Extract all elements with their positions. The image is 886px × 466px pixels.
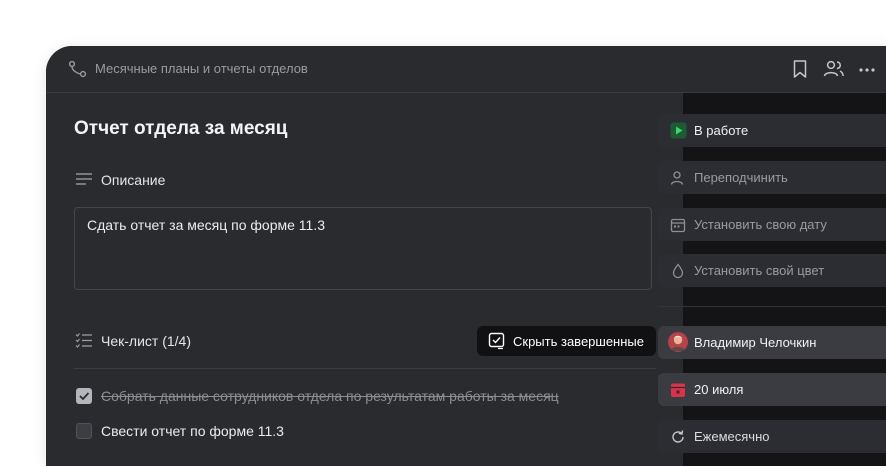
set-date-label: Установить свою дату xyxy=(694,217,827,232)
users-icon[interactable] xyxy=(823,59,845,84)
checkbox-unchecked[interactable] xyxy=(76,423,92,439)
set-color-button[interactable]: Установить свой цвет xyxy=(658,254,886,287)
description-icon xyxy=(75,172,93,193)
description-label: Описание xyxy=(101,172,166,188)
assignee-button[interactable]: Владимир Челочкин xyxy=(658,326,886,359)
reassign-label: Переподчинить xyxy=(694,170,788,185)
status-button[interactable]: В работе xyxy=(658,114,886,147)
user-icon xyxy=(670,170,686,191)
status-label: В работе xyxy=(694,123,749,138)
play-icon xyxy=(670,122,687,144)
description-field[interactable]: Сдать отчет за месяц по форме 11.3 xyxy=(74,207,652,290)
window-titlebar: Месячные планы и отчеты отделов xyxy=(46,46,886,93)
checkbox-checked[interactable] xyxy=(76,388,92,404)
checklist-item-text[interactable]: Свести отчет по форме 11.3 xyxy=(101,423,284,439)
reassign-button[interactable]: Переподчинить xyxy=(658,161,886,194)
task-title: Отчет отдела за месяц xyxy=(74,118,288,139)
checklist-label: Чек-лист (1/4) xyxy=(101,333,191,349)
set-date-button[interactable]: Установить свою дату xyxy=(658,208,886,241)
repeat-icon xyxy=(670,429,686,450)
set-color-label: Установить свой цвет xyxy=(694,263,825,278)
window-title: Месячные планы и отчеты отделов xyxy=(95,61,308,76)
more-icon[interactable] xyxy=(858,59,876,84)
repeat-button[interactable]: Ежемесячно xyxy=(658,420,886,453)
drop-icon xyxy=(670,263,686,284)
assignee-name: Владимир Челочкин xyxy=(694,335,817,350)
due-date-button[interactable]: 20 июля xyxy=(658,373,886,406)
due-date-label: 20 июля xyxy=(694,382,744,397)
hide-completed-label: Скрыть завершенные xyxy=(513,334,644,349)
hide-completed-button[interactable]: Скрыть завершенные xyxy=(477,326,656,356)
checklist-icon xyxy=(75,332,93,353)
checked-board-icon xyxy=(488,332,506,355)
sidebar-divider xyxy=(658,306,886,307)
checklist-divider xyxy=(74,368,656,369)
route-icon xyxy=(68,60,88,83)
avatar xyxy=(668,332,688,352)
calendar-icon xyxy=(670,382,686,403)
checklist-item-text[interactable]: Собрать данные сотрудников отдела по рез… xyxy=(101,388,559,404)
bookmark-icon[interactable] xyxy=(792,59,808,84)
repeat-label: Ежемесячно xyxy=(694,429,770,444)
calendar-icon xyxy=(670,217,686,238)
